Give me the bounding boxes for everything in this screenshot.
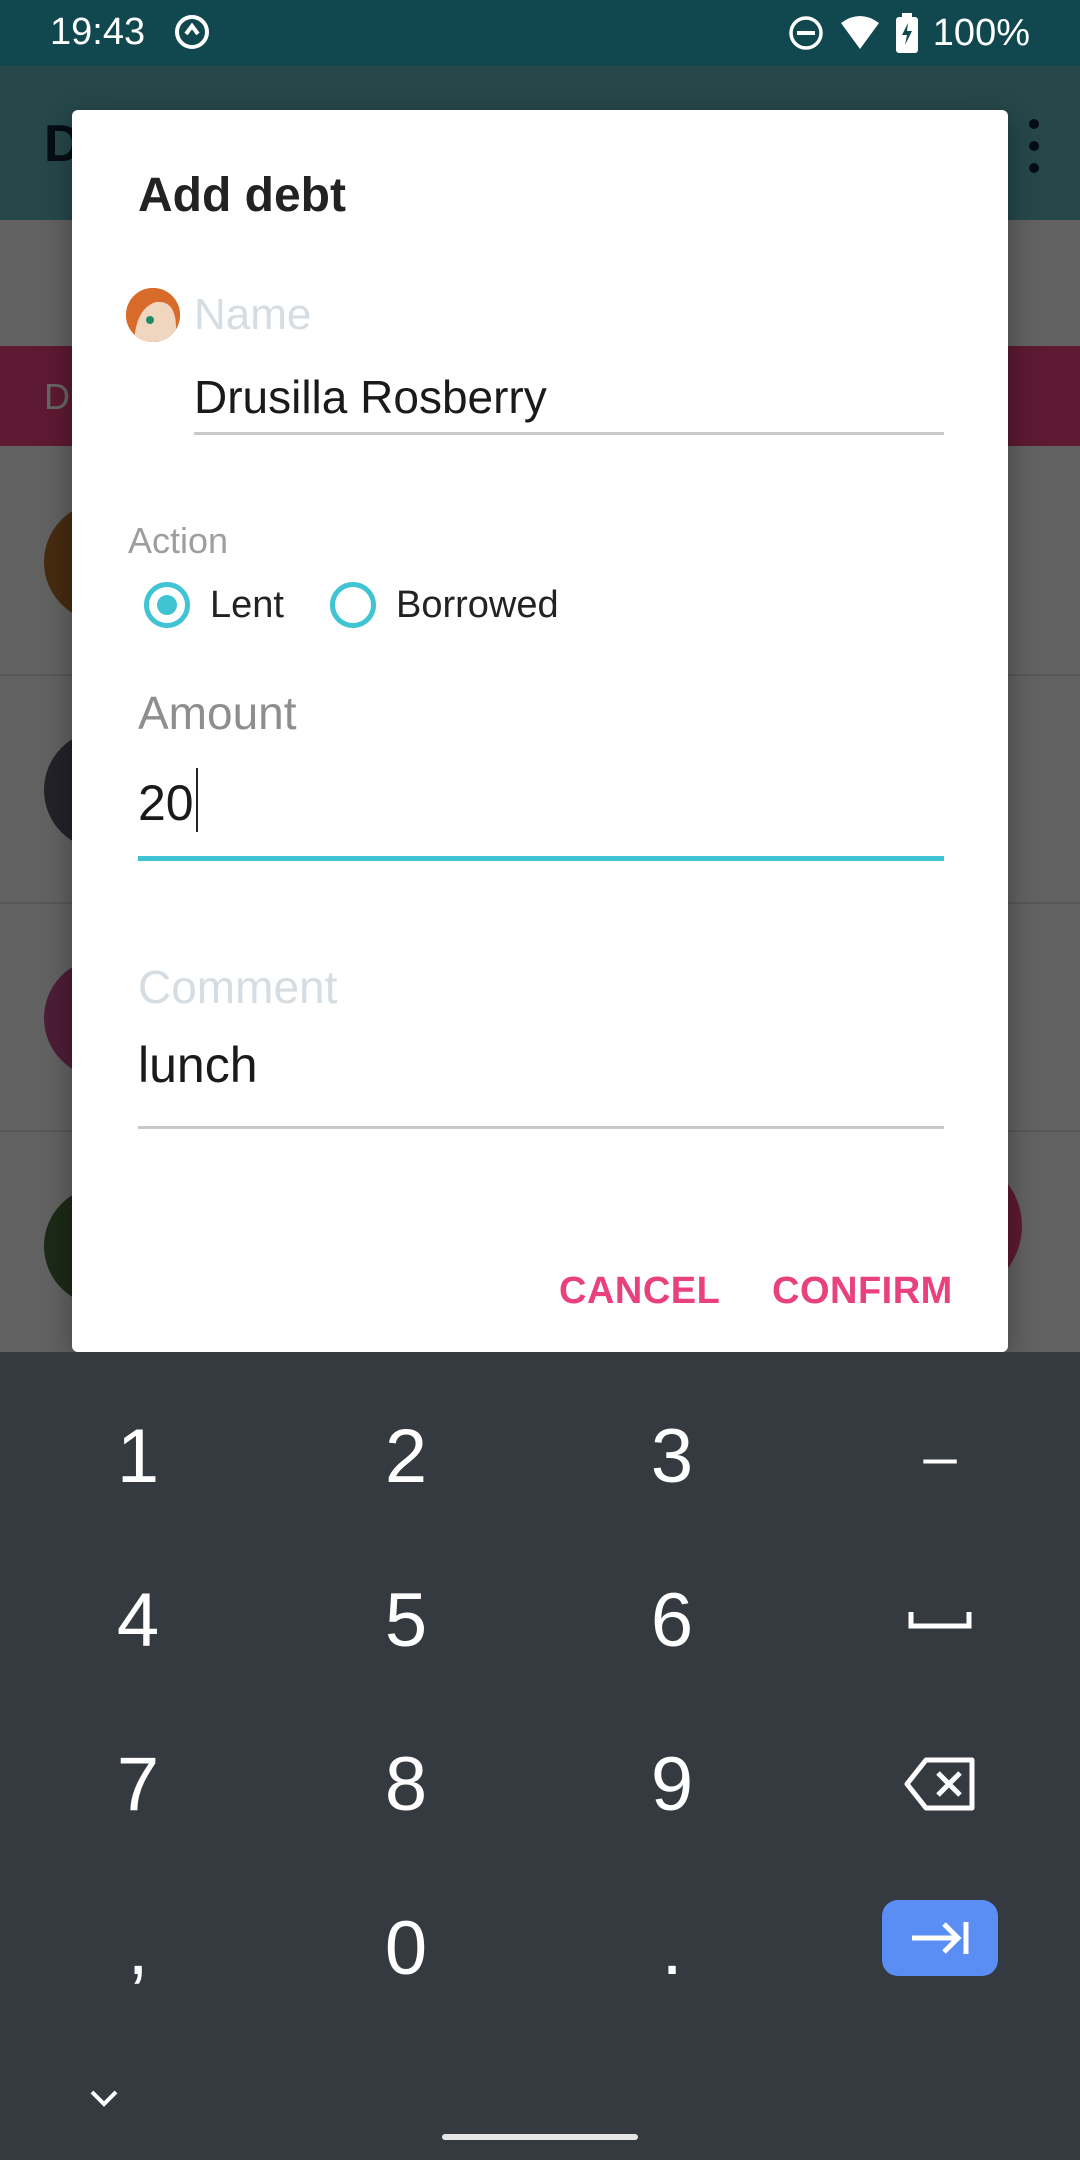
comment-field-underline	[138, 1126, 944, 1129]
amount-field-underline	[138, 856, 944, 861]
key-1[interactable]: 1	[48, 1386, 228, 1526]
hide-keyboard-chevron-icon[interactable]	[86, 2084, 122, 2112]
radio-borrowed[interactable]: Borrowed	[330, 582, 559, 628]
key-comma[interactable]: ,	[48, 1878, 228, 2018]
key-minus[interactable]: –	[850, 1386, 1030, 1526]
space-icon	[908, 1612, 972, 1629]
radio-selected-icon	[144, 582, 190, 628]
key-9[interactable]: 9	[582, 1714, 762, 1854]
next-icon	[912, 1922, 969, 1954]
name-field-underline	[194, 432, 944, 435]
name-field[interactable]: Drusilla Rosberry	[194, 370, 547, 424]
comment-field-label: Comment	[138, 961, 338, 1013]
key-5[interactable]: 5	[316, 1550, 496, 1690]
status-time: 19:43	[50, 11, 146, 53]
radio-lent-label: Lent	[210, 583, 284, 626]
gesture-nav-handle[interactable]	[442, 2134, 638, 2140]
wifi-icon	[840, 16, 879, 49]
backspace-icon	[904, 1757, 975, 1811]
key-backspace[interactable]	[850, 1714, 1030, 1854]
action-label: Action	[128, 520, 229, 561]
amount-field-label: Amount	[138, 687, 297, 739]
radio-borrowed-label: Borrowed	[396, 583, 559, 626]
status-icons: 100%	[787, 8, 1030, 58]
contact-avatar	[126, 288, 180, 342]
battery-percentage: 100%	[932, 11, 1030, 54]
do-not-disturb-icon	[789, 16, 823, 50]
amount-field[interactable]: 20	[138, 768, 198, 832]
name-field-label: Name	[194, 290, 312, 339]
key-period[interactable]: .	[582, 1878, 762, 2018]
cancel-button[interactable]: CANCEL	[559, 1270, 720, 1313]
text-cursor	[195, 768, 198, 832]
confirm-button[interactable]: CONFIRM	[772, 1270, 953, 1313]
dialog-title: Add debt	[138, 169, 346, 222]
q-notification-icon	[175, 15, 209, 49]
add-debt-dialog: Add debt Name Drusilla Rosberry Action L…	[72, 110, 1008, 1352]
key-3[interactable]: 3	[582, 1386, 762, 1526]
key-8[interactable]: 8	[316, 1714, 496, 1854]
radio-lent[interactable]: Lent	[144, 582, 284, 628]
next-key-background	[882, 1900, 998, 1976]
key-7[interactable]: 7	[48, 1714, 228, 1854]
key-6[interactable]: 6	[582, 1550, 762, 1690]
key-0[interactable]: 0	[316, 1878, 496, 2018]
battery-charging-icon	[895, 13, 918, 53]
numeric-keyboard: 1 2 3 – 4 5 6 7 8 9 , 0 .	[0, 1352, 1080, 2160]
comment-field[interactable]: lunch	[138, 1036, 258, 1094]
status-bar: 19:43 100%	[0, 0, 1080, 66]
key-4[interactable]: 4	[48, 1550, 228, 1690]
key-space[interactable]	[850, 1550, 1030, 1690]
key-2[interactable]: 2	[316, 1386, 496, 1526]
radio-unselected-icon	[330, 582, 376, 628]
key-next[interactable]	[850, 1868, 1030, 2008]
amount-value: 20	[138, 775, 194, 831]
